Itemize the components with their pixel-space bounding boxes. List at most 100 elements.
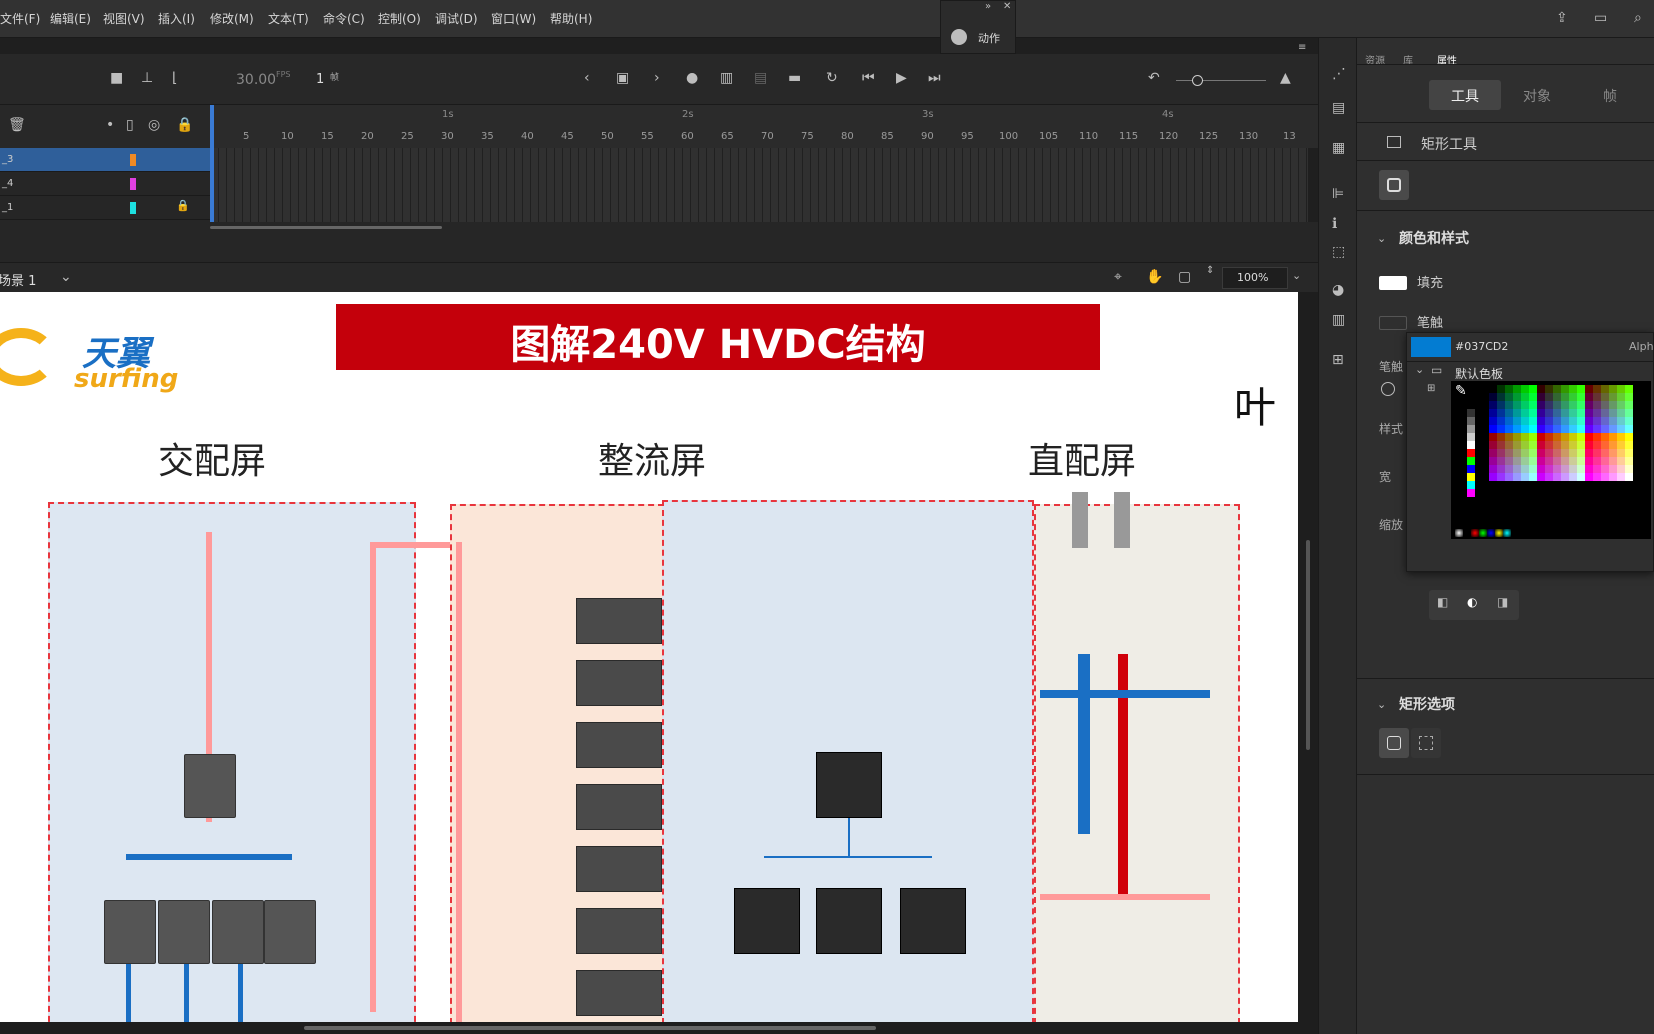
color-swatch[interactable]	[1617, 465, 1625, 473]
color-swatch[interactable]	[1489, 425, 1497, 433]
palette-icon[interactable]: ◕	[1332, 282, 1344, 298]
color-swatch[interactable]	[1625, 465, 1633, 473]
color-swatch[interactable]	[1577, 425, 1585, 433]
menu-icon[interactable]: ≡	[1298, 42, 1306, 53]
color-swatch[interactable]	[1593, 433, 1601, 441]
color-swatch[interactable]	[1561, 417, 1569, 425]
timeline-scrollbar[interactable]	[210, 226, 442, 229]
color-swatch[interactable]	[1609, 465, 1617, 473]
menu-insert[interactable]: 插入(I)	[158, 10, 195, 27]
onion-skin-icon[interactable]: ●	[686, 70, 698, 86]
chevron-down-icon[interactable]: ⌄	[1377, 232, 1386, 245]
color-swatch[interactable]	[1561, 457, 1569, 465]
color-swatch[interactable]	[1585, 433, 1593, 441]
color-swatch[interactable]	[1489, 457, 1497, 465]
color-swatch[interactable]	[1593, 393, 1601, 401]
color-swatch[interactable]	[1529, 425, 1537, 433]
color-swatch[interactable]	[1593, 417, 1601, 425]
color-swatch[interactable]	[1513, 433, 1521, 441]
color-swatch[interactable]	[1601, 457, 1609, 465]
clip-icon[interactable]: ▢	[1178, 269, 1191, 285]
color-swatch[interactable]	[1497, 449, 1505, 457]
color-swatch[interactable]	[1545, 393, 1553, 401]
color-swatch[interactable]	[1529, 457, 1537, 465]
color-swatch[interactable]	[1585, 449, 1593, 457]
color-swatch[interactable]	[1561, 393, 1569, 401]
subtab-object[interactable]: 对象	[1523, 86, 1551, 106]
color-swatch[interactable]	[1529, 449, 1537, 457]
hex-value[interactable]: #037CD2	[1455, 340, 1508, 353]
color-swatch[interactable]	[1585, 473, 1593, 481]
color-swatch[interactable]	[1569, 393, 1577, 401]
color-swatch[interactable]	[1609, 449, 1617, 457]
color-swatch[interactable]	[1601, 385, 1609, 393]
color-swatch[interactable]	[1521, 465, 1529, 473]
color-swatch[interactable]	[1537, 457, 1545, 465]
color-swatch[interactable]	[1609, 417, 1617, 425]
color-swatch[interactable]	[1577, 409, 1585, 417]
outline-icon[interactable]: ▯	[126, 117, 134, 133]
color-swatch[interactable]	[1537, 393, 1545, 401]
color-swatch[interactable]	[1467, 449, 1475, 457]
motion-icon[interactable]: ⋰	[1332, 66, 1346, 82]
camera-icon[interactable]: ■	[110, 70, 123, 86]
color-swatch[interactable]	[1505, 449, 1513, 457]
chevron-right-icon[interactable]: ›	[654, 70, 660, 86]
color-swatch[interactable]	[1609, 393, 1617, 401]
menu-window[interactable]: 窗口(W)	[491, 10, 536, 27]
menu-debug[interactable]: 调试(D)	[435, 10, 478, 27]
color-swatch[interactable]	[1513, 473, 1521, 481]
menu-commands[interactable]: 命令(C)	[323, 10, 365, 27]
stop-icon[interactable]: ▣	[616, 70, 629, 86]
color-swatch[interactable]	[1513, 457, 1521, 465]
color-swatch[interactable]	[1489, 449, 1497, 457]
color-swatch[interactable]	[1553, 425, 1561, 433]
close-icon[interactable]: ✕	[1003, 1, 1011, 12]
gradient-swatch[interactable]	[1455, 529, 1463, 537]
menu-edit[interactable]: 编辑(E)	[50, 10, 91, 27]
color-swatch[interactable]	[1553, 393, 1561, 401]
color-swatch[interactable]	[1497, 393, 1505, 401]
color-swatch[interactable]	[1625, 409, 1633, 417]
panel-layout-icon[interactable]: ▭	[1594, 10, 1607, 26]
color-swatch[interactable]	[1561, 425, 1569, 433]
menu-modify[interactable]: 修改(M)	[210, 10, 254, 27]
color-swatch[interactable]	[1467, 473, 1475, 481]
color-swatch[interactable]	[1467, 457, 1475, 465]
color-swatch[interactable]	[1609, 433, 1617, 441]
dot-icon[interactable]: •	[106, 117, 114, 133]
color-swatch[interactable]	[1521, 441, 1529, 449]
color-swatch[interactable]	[1505, 401, 1513, 409]
fill-swatch[interactable]	[1379, 276, 1407, 290]
timeline-zoom-slider[interactable]	[1176, 80, 1266, 81]
color-swatch[interactable]	[1497, 417, 1505, 425]
color-swatch[interactable]	[1505, 473, 1513, 481]
play-icon[interactable]: ▶	[896, 70, 907, 86]
color-swatch[interactable]	[1537, 417, 1545, 425]
color-swatch[interactable]	[1553, 465, 1561, 473]
eye-hidden-icon[interactable]: ◎	[148, 117, 160, 133]
color-swatch[interactable]	[1585, 409, 1593, 417]
color-swatch[interactable]	[1561, 473, 1569, 481]
color-swatch[interactable]	[1497, 409, 1505, 417]
color-swatch[interactable]	[1609, 457, 1617, 465]
color-swatch[interactable]	[1513, 385, 1521, 393]
color-swatch[interactable]	[1601, 409, 1609, 417]
color-swatch[interactable]	[1569, 457, 1577, 465]
color-swatch[interactable]	[1577, 393, 1585, 401]
color-swatch[interactable]	[1577, 385, 1585, 393]
color-swatch[interactable]	[1617, 409, 1625, 417]
join-bevel-icon[interactable]: ◨	[1497, 595, 1508, 609]
color-swatch[interactable]	[1545, 385, 1553, 393]
color-swatch[interactable]	[1505, 409, 1513, 417]
color-swatch[interactable]	[1577, 457, 1585, 465]
edit-multiple-frames-icon[interactable]: ▥	[720, 70, 733, 86]
color-swatch[interactable]	[1593, 465, 1601, 473]
color-swatch[interactable]	[1601, 449, 1609, 457]
color-swatch[interactable]	[1505, 465, 1513, 473]
pages-icon[interactable]: ▤	[1332, 100, 1345, 116]
frame-grid[interactable]	[210, 148, 1308, 222]
color-swatch[interactable]	[1569, 465, 1577, 473]
timeline-ruler[interactable]: 1s 2s 3s 4s 5 10 15 20 25 30 35 40 45 50…	[210, 104, 1318, 149]
color-swatch[interactable]	[1467, 489, 1475, 497]
